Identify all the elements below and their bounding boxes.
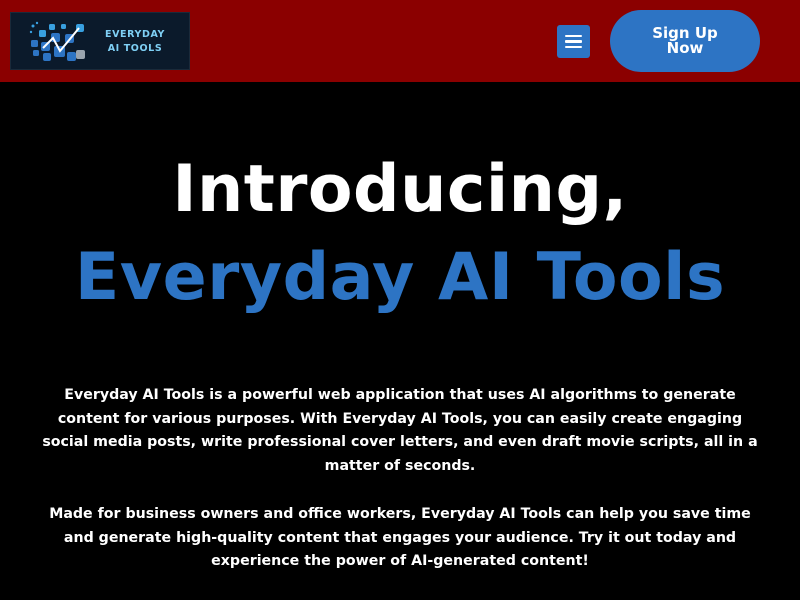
menu-bar [565, 34, 582, 38]
logo-text: EVERYDAY AI TOOLS [105, 28, 165, 56]
site-logo[interactable]: EVERYDAY AI TOOLS [10, 12, 190, 70]
intro-paragraph: Everyday AI Tools is a powerful web appl… [42, 387, 758, 474]
hero-title-line1: Introducing, [172, 152, 628, 227]
menu-bar [565, 40, 582, 43]
site-header: EVERYDAY AI TOOLS Sign Up Now [0, 0, 800, 82]
logo-text-line1: EVERYDAY [105, 29, 166, 40]
menu-bar [565, 45, 582, 49]
audience-paragraph: Made for business owners and office work… [49, 506, 751, 569]
hero-title-line2: Everyday AI Tools [74, 240, 726, 315]
hamburger-menu-icon[interactable] [557, 25, 590, 58]
logo-mark-icon [29, 21, 85, 61]
logo-text-line2: AI TOOLS [107, 43, 163, 54]
sign-up-button[interactable]: Sign Up Now [610, 10, 760, 72]
